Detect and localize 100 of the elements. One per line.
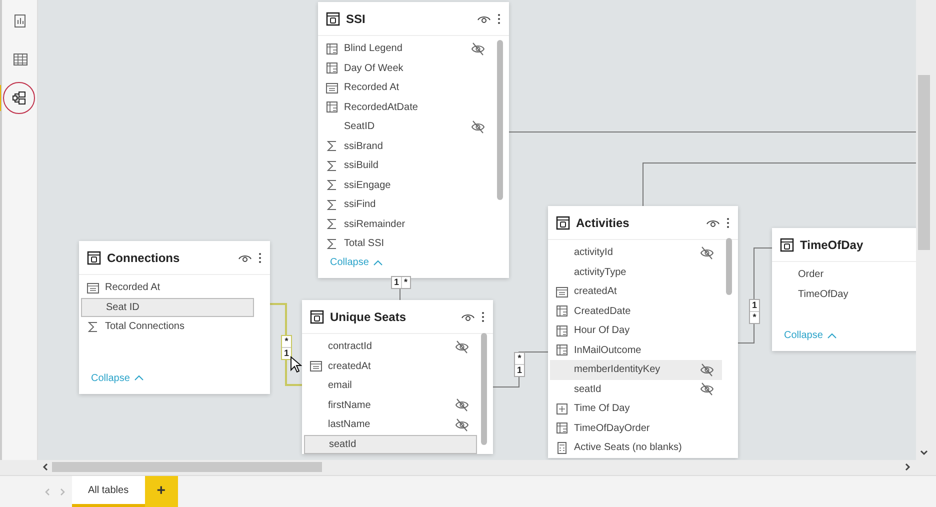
scrollbar-thumb[interactable]: [497, 40, 503, 200]
hidden-eye-icon[interactable]: [700, 382, 714, 396]
table-icon: [556, 216, 570, 230]
field-name: TimeOfDay: [798, 288, 850, 302]
field-name: InMailOutcome: [574, 344, 642, 358]
calculated-column-icon: [326, 62, 338, 74]
table-name: SSI: [346, 10, 366, 28]
cardinality-marker[interactable]: * 1: [514, 352, 525, 377]
scroll-right-icon[interactable]: [905, 463, 911, 471]
field-row[interactable]: Active Seats (no blanks): [550, 438, 722, 458]
hierarchy-icon: [556, 402, 568, 415]
field-row[interactable]: contractId: [304, 337, 477, 356]
table-icon: [310, 310, 324, 324]
field-row[interactable]: seatId: [304, 434, 477, 454]
hidden-eye-icon[interactable]: [700, 246, 714, 260]
calculated-column-icon: [556, 344, 568, 356]
hidden-eye-icon[interactable]: [471, 42, 485, 56]
field-name: Recorded At: [344, 81, 400, 96]
scrollbar-thumb[interactable]: [52, 462, 322, 472]
cardinality-label: 1: [515, 364, 524, 376]
hidden-eye-icon[interactable]: [455, 418, 469, 432]
field-row[interactable]: Time Of Day: [550, 399, 722, 418]
field-row[interactable]: Order: [774, 265, 916, 284]
field-name: createdAt: [574, 285, 618, 300]
calendar-icon: [87, 282, 99, 294]
table-name: Connections: [107, 250, 181, 266]
sigma-icon: [326, 238, 338, 250]
sigma-icon: [87, 320, 99, 333]
model-diagram-icon: [10, 90, 26, 106]
field-name: Total SSI: [344, 237, 386, 252]
field-name: contractId: [328, 340, 373, 354]
caret-up-icon[interactable]: [826, 332, 837, 338]
table-name: Unique Seats: [330, 308, 408, 326]
tab[interactable]: All tables: [72, 476, 145, 507]
more-options-icon[interactable]: [497, 12, 501, 24]
field-row[interactable]: CreatedDate: [550, 302, 722, 321]
scrollbar-thumb[interactable]: [726, 238, 732, 295]
field-name: firstName: [328, 398, 372, 413]
field-name: Order: [798, 268, 825, 282]
scroll-left-icon[interactable]: [42, 463, 48, 471]
field-name: Recorded At: [105, 281, 162, 296]
field-row[interactable]: createdAt: [550, 282, 722, 302]
add-tab-button[interactable]: +: [144, 476, 178, 507]
field-row[interactable]: Recorded At: [81, 278, 254, 298]
sigma-icon: [326, 160, 338, 172]
table-icon: [87, 250, 101, 264]
field-name: email: [328, 379, 353, 394]
field-row[interactable]: memberIdentityKey: [550, 360, 722, 380]
cardinality-label: *: [401, 277, 410, 288]
calendar-icon: [310, 360, 322, 372]
sigma-icon: [326, 140, 338, 152]
scroll-down-icon[interactable]: [920, 450, 928, 456]
field-row[interactable]: activityType: [550, 262, 722, 282]
field-name: ssiFind: [344, 198, 377, 212]
more-options-icon[interactable]: [481, 310, 485, 322]
more-options-icon[interactable]: [258, 252, 262, 264]
field-row[interactable]: activityId: [550, 243, 722, 262]
cardinality-marker[interactable]: 1 *: [749, 299, 760, 324]
field-row[interactable]: Total SSI: [320, 234, 493, 254]
field-row[interactable]: Day Of Week: [320, 58, 493, 78]
field-row[interactable]: lastName: [304, 415, 477, 434]
field-row[interactable]: ssiBrand: [320, 136, 493, 156]
calculated-column-icon: [326, 101, 338, 114]
more-options-icon[interactable]: [726, 216, 730, 228]
cardinality-label: *: [750, 311, 759, 323]
scrollbar-thumb[interactable]: [481, 333, 487, 445]
field-row[interactable]: Seat ID: [81, 298, 254, 317]
calculated-column-icon: [556, 422, 568, 434]
field-row[interactable]: firstName: [304, 396, 477, 415]
caret-up-icon[interactable]: [134, 375, 144, 381]
field-row[interactable]: SeatID: [320, 117, 493, 136]
caret-up-icon[interactable]: [372, 260, 383, 266]
calculated-column-icon: [326, 42, 338, 55]
field-row[interactable]: TimeOfDayOrder: [550, 418, 722, 438]
hidden-eye-icon[interactable]: [455, 398, 469, 412]
table-icon: [326, 12, 340, 26]
calendar-icon: [556, 286, 568, 298]
cardinality-marker[interactable]: * 1: [281, 335, 292, 360]
hidden-eye-icon[interactable]: [700, 362, 714, 377]
field-name: lastName: [328, 418, 372, 432]
field-row[interactable]: Total Connections: [81, 317, 254, 336]
field-row[interactable]: seatId: [550, 380, 722, 399]
scrollbar-thumb[interactable]: [918, 75, 930, 250]
field-row[interactable]: ssiRemainder: [320, 214, 493, 234]
field-row[interactable]: Hour Of Day: [550, 321, 722, 340]
field-row[interactable]: createdAt: [304, 356, 477, 376]
calculated-column-icon: [556, 324, 568, 337]
cardinality-marker[interactable]: 1 *: [391, 276, 411, 289]
field-row[interactable]: TimeOfDay: [774, 284, 916, 304]
hidden-eye-icon[interactable]: [471, 120, 485, 134]
field-row[interactable]: ssiEngage: [320, 176, 493, 195]
field-row[interactable]: RecordedAtDate: [320, 98, 493, 117]
field-row[interactable]: ssiBuild: [320, 156, 493, 176]
field-row[interactable]: Recorded At: [320, 78, 493, 98]
field-row[interactable]: ssiFind: [320, 195, 493, 214]
field-row[interactable]: Blind Legend: [320, 39, 493, 58]
field-row[interactable]: email: [304, 376, 477, 396]
field-row[interactable]: InMailOutcome: [550, 340, 722, 360]
field-name: ssiEngage: [344, 178, 392, 193]
hidden-eye-icon[interactable]: [455, 340, 469, 354]
